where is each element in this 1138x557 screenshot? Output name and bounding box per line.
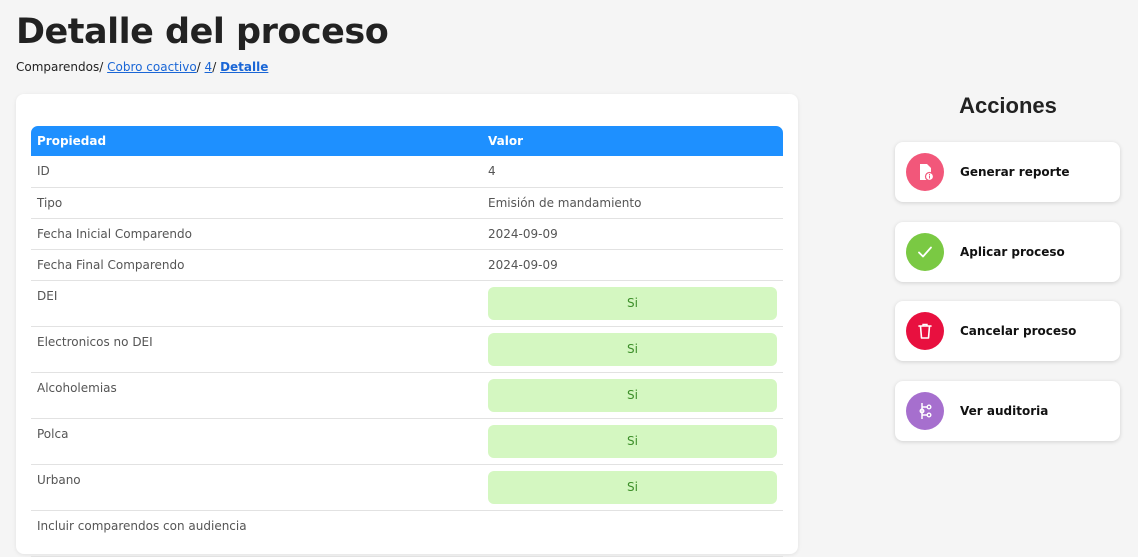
value-cell: Emisión de mandamiento bbox=[482, 187, 783, 219]
table-row: Fecha Final Comparendo 2024-09-09 bbox=[31, 249, 783, 281]
status-badge: Si bbox=[488, 424, 777, 458]
property-cell: Electronicos no DEI bbox=[31, 326, 482, 373]
property-cell: Alcoholemias bbox=[31, 372, 482, 419]
cancel-process-label: Cancelar proceso bbox=[960, 324, 1077, 338]
value-cell: 2024-09-09 bbox=[482, 218, 783, 250]
value-cell bbox=[482, 510, 783, 557]
table-row: Tipo Emisión de mandamiento bbox=[31, 187, 783, 219]
breadcrumb-link-cobro-coactivo[interactable]: Cobro coactivo bbox=[107, 60, 197, 74]
apply-process-label: Aplicar proceso bbox=[960, 245, 1065, 259]
breadcrumb-root: Comparendos/ bbox=[16, 60, 104, 74]
actions-title: Acciones bbox=[959, 93, 1057, 118]
property-cell: Fecha Final Comparendo bbox=[31, 249, 482, 281]
cancel-process-button[interactable]: Cancelar proceso bbox=[895, 301, 1120, 361]
trash-icon bbox=[906, 312, 944, 350]
value-cell: Si bbox=[482, 326, 783, 373]
table-row: DEI Si bbox=[31, 280, 783, 327]
property-cell: Incluir comparendos con audiencia bbox=[31, 510, 482, 557]
page-title: Detalle del proceso bbox=[16, 12, 389, 52]
audit-icon bbox=[906, 392, 944, 430]
table-row: Incluir comparendos con audiencia bbox=[31, 510, 783, 557]
property-cell: DEI bbox=[31, 280, 482, 327]
table-row: Electronicos no DEI Si bbox=[31, 326, 783, 373]
breadcrumb: Comparendos/ Cobro coactivo/ 4/ Detalle bbox=[16, 60, 268, 74]
check-icon bbox=[906, 233, 944, 271]
table-header-row: Propiedad Valor bbox=[31, 126, 783, 156]
value-cell: Si bbox=[482, 418, 783, 465]
value-cell: Si bbox=[482, 464, 783, 511]
details-table: Propiedad Valor ID 4 Tipo Emisión de man… bbox=[31, 126, 783, 557]
value-cell: 2024-09-09 bbox=[482, 249, 783, 281]
value-cell: 4 bbox=[482, 156, 783, 188]
property-cell: Polca bbox=[31, 418, 482, 465]
apply-process-button[interactable]: Aplicar proceso bbox=[895, 222, 1120, 282]
table-row: ID 4 bbox=[31, 156, 783, 188]
report-icon bbox=[906, 153, 944, 191]
status-badge: Si bbox=[488, 286, 777, 320]
property-cell: Urbano bbox=[31, 464, 482, 511]
property-cell: Fecha Inicial Comparendo bbox=[31, 218, 482, 250]
breadcrumb-separator: / bbox=[196, 60, 201, 74]
table-row: Fecha Inicial Comparendo 2024-09-09 bbox=[31, 218, 783, 250]
status-badge: Si bbox=[488, 470, 777, 504]
column-header-valor: Valor bbox=[482, 126, 783, 156]
breadcrumb-current[interactable]: Detalle bbox=[220, 60, 268, 74]
view-audit-label: Ver auditoria bbox=[960, 404, 1049, 418]
column-header-propiedad: Propiedad bbox=[31, 126, 482, 156]
status-badge: Si bbox=[488, 332, 777, 366]
property-cell: Tipo bbox=[31, 187, 482, 219]
table-row: Urbano Si bbox=[31, 464, 783, 511]
status-badge: Si bbox=[488, 378, 777, 412]
table-row: Polca Si bbox=[31, 418, 783, 465]
generate-report-label: Generar reporte bbox=[960, 165, 1070, 179]
table-row: Alcoholemias Si bbox=[31, 372, 783, 419]
value-cell: Si bbox=[482, 280, 783, 327]
details-card: Propiedad Valor ID 4 Tipo Emisión de man… bbox=[16, 94, 798, 557]
value-cell: Si bbox=[482, 372, 783, 419]
generate-report-button[interactable]: Generar reporte bbox=[895, 142, 1120, 202]
property-cell: ID bbox=[31, 156, 482, 188]
view-audit-button[interactable]: Ver auditoria bbox=[895, 381, 1120, 441]
breadcrumb-separator: / bbox=[212, 60, 217, 74]
